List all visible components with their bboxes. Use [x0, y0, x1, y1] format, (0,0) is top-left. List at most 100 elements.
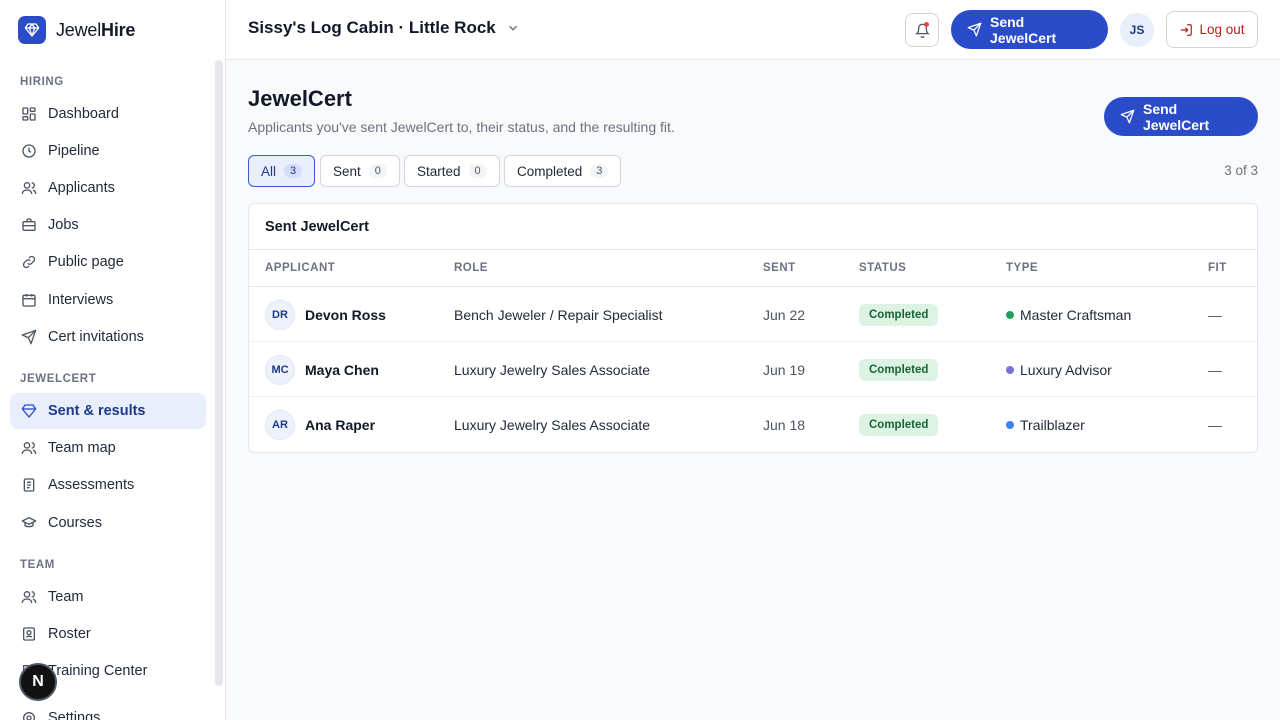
sidebar-item-settings[interactable]: Settings [10, 700, 206, 720]
sent-date: Jun 22 [763, 306, 806, 323]
sidebar-item-label: Cert invitations [48, 329, 144, 345]
sidebar-item-label: Assessments [48, 477, 135, 493]
notification-dot [924, 22, 929, 27]
column-header-status: STATUS [859, 262, 907, 274]
sidebar-item-assessments[interactable]: Assessments [10, 467, 206, 503]
sidebar-item-label: Applicants [48, 180, 115, 196]
status-badge: Completed [859, 303, 939, 326]
applicant-name[interactable]: Maya Chen [305, 362, 379, 378]
topbar: Sissy's Log Cabin · Little Rock Send Jew… [226, 0, 1280, 60]
logout-icon [1179, 23, 1193, 37]
applicant-name[interactable]: Devon Ross [305, 307, 386, 323]
sidebar-item-jobs[interactable]: Jobs [10, 207, 206, 243]
sidebar-item-label: Sent & results [48, 403, 146, 419]
sidebar-item-courses[interactable]: Courses [10, 505, 206, 541]
tab-started[interactable]: Started 0 [404, 155, 500, 187]
sidebar-item-roster[interactable]: Roster [10, 616, 206, 652]
type-label: Master Craftsman [1020, 306, 1132, 323]
sidebar-item-sent-results[interactable]: Sent & results [10, 393, 206, 429]
tab-label: Started [417, 163, 461, 179]
sidebar-item-cert-invitations[interactable]: Cert invitations [10, 319, 206, 355]
logout-label: Log out [1199, 22, 1245, 37]
column-header-applicant: APPLICANT [265, 262, 336, 274]
results-count: 3 of 3 [1224, 163, 1258, 178]
type-dot [1006, 310, 1014, 319]
fit-value: — [1208, 306, 1222, 323]
applicant-name[interactable]: Ana Raper [305, 417, 375, 433]
location-name: Sissy's Log Cabin · Little Rock [248, 18, 496, 37]
fit-value: — [1208, 416, 1222, 433]
tab-count: 0 [468, 164, 487, 178]
table-row[interactable]: DR Devon Ross Bench Jeweler / Repair Spe… [249, 287, 1257, 342]
tab-all[interactable]: All 3 [248, 155, 316, 187]
status-badge: Completed [859, 413, 939, 436]
sidebar: JewelHire HIRING Dashboard Pipeline Appl… [0, 0, 226, 720]
sidebar-item-applicants[interactable]: Applicants [10, 170, 206, 206]
fit-value: — [1208, 361, 1222, 378]
sent-jewelcert-table: Sent JewelCert APPLICANT ROLE SENT STATU… [248, 203, 1258, 453]
sidebar-item-pipeline[interactable]: Pipeline [10, 133, 206, 169]
table-title: Sent JewelCert [265, 219, 369, 235]
send-icon [1120, 109, 1135, 124]
tab-completed[interactable]: Completed 3 [504, 155, 622, 187]
tab-count: 0 [368, 164, 387, 178]
graduation-cap-icon [20, 514, 38, 532]
type-dot [1006, 420, 1014, 429]
sidebar-item-label: Interviews [48, 292, 114, 308]
section-label-team: TEAM [20, 559, 55, 571]
sidebar-item-dashboard[interactable]: Dashboard [10, 96, 206, 132]
sidebar-item-interviews[interactable]: Interviews [10, 282, 206, 318]
logout-button[interactable]: Log out [1166, 11, 1258, 48]
sidebar-item-team[interactable]: Team [10, 579, 206, 615]
sidebar-item-label: Jobs [48, 217, 79, 233]
sent-date: Jun 18 [763, 416, 806, 433]
type-label: Trailblazer [1020, 416, 1085, 433]
tab-sent[interactable]: Sent 0 [320, 155, 400, 187]
user-avatar[interactable]: JS [1120, 13, 1154, 47]
brand-name: JewelHire [56, 20, 135, 41]
send-jewelcert-label: Send JewelCert [990, 13, 1057, 46]
page-title: JewelCert [248, 86, 352, 111]
sidebar-scrollbar[interactable] [215, 60, 223, 686]
brand[interactable]: JewelHire [18, 16, 135, 44]
gem-icon [20, 402, 38, 420]
chevron-down-icon [506, 21, 520, 35]
tab-label: Completed [517, 163, 583, 179]
location-selector[interactable]: Sissy's Log Cabin · Little Rock [248, 18, 520, 38]
sidebar-item-label: Public page [48, 254, 124, 270]
column-header-type: TYPE [1006, 262, 1039, 274]
dashboard-icon [20, 105, 38, 123]
clock-icon [20, 142, 38, 160]
floating-action-button[interactable]: N [19, 663, 57, 701]
send-icon [967, 22, 982, 37]
sidebar-item-label: Roster [48, 626, 91, 642]
status-badge: Completed [859, 358, 939, 381]
table-row[interactable]: AR Ana Raper Luxury Jewelry Sales Associ… [249, 397, 1257, 452]
table-row[interactable]: MC Maya Chen Luxury Jewelry Sales Associ… [249, 342, 1257, 397]
id-badge-icon [20, 625, 38, 643]
notifications-button[interactable] [905, 13, 939, 47]
sidebar-item-public-page[interactable]: Public page [10, 244, 206, 280]
calendar-icon [20, 291, 38, 309]
sidebar-item-team-map[interactable]: Team map [10, 430, 206, 466]
sidebar-item-label: Settings [48, 710, 101, 720]
tab-count: 3 [590, 164, 609, 178]
send-jewelcert-button[interactable]: Send JewelCert [1104, 97, 1258, 136]
sidebar-item-label: Dashboard [48, 106, 119, 122]
brand-name-light: Jewel [56, 19, 102, 40]
sidebar-item-label: Team [48, 589, 84, 605]
users-icon [20, 588, 38, 606]
role: Luxury Jewelry Sales Associate [454, 416, 651, 433]
tab-label: Sent [333, 163, 361, 179]
column-header-fit: FIT [1208, 262, 1227, 274]
brand-name-bold: Hire [101, 19, 136, 40]
divider [249, 249, 1257, 250]
clipboard-icon [20, 476, 38, 494]
send-jewelcert-header-button[interactable]: Send JewelCert [951, 10, 1108, 49]
avatar: AR [265, 409, 295, 440]
avatar: MC [265, 354, 295, 385]
gem-logo-icon [18, 16, 46, 44]
role: Bench Jeweler / Repair Specialist [454, 306, 663, 323]
section-label-jewelcert: JEWELCERT [20, 373, 97, 385]
column-header-role: ROLE [454, 262, 488, 274]
